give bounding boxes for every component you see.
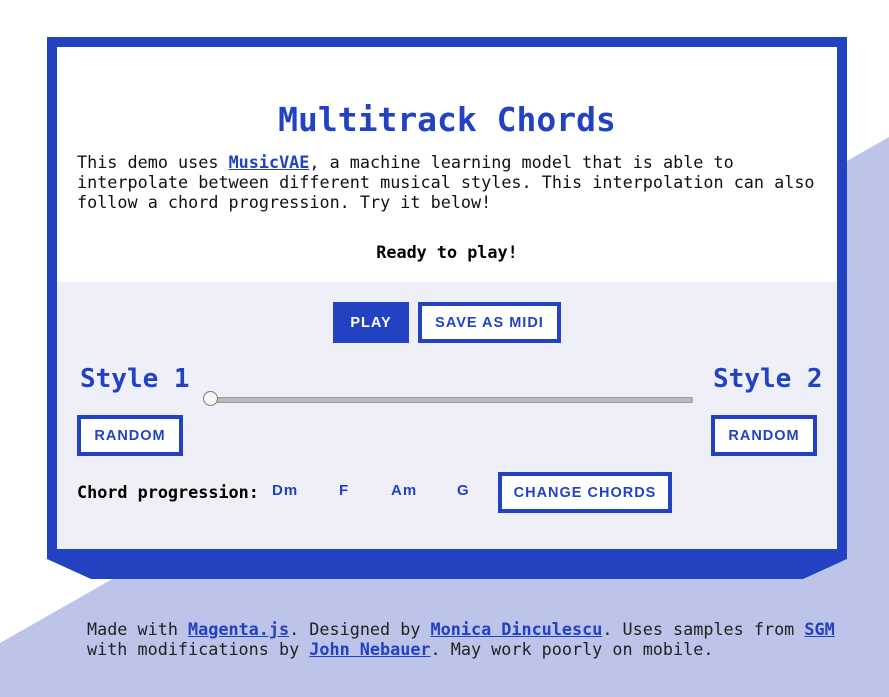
sgm-link[interactable]: SGM [804,619,834,639]
play-button[interactable]: PLAY [333,302,409,343]
footer-text-4: with modifications by [87,639,310,659]
chord-1[interactable]: Dm [272,482,298,499]
nebauer-link[interactable]: John Nebauer [309,639,430,659]
footer-text-3: . Uses samples from [602,619,805,639]
card-content: Multitrack Chords This demo uses MusicVA… [57,47,837,549]
status-text: Ready to play! [376,242,518,262]
random-style-2-button[interactable]: RANDOM [711,415,817,456]
page-title: Multitrack Chords [278,100,616,139]
style-1-label: Style 1 [80,364,190,394]
intro-text: This demo uses MusicVAE, a machine learn… [77,152,822,212]
chord-4[interactable]: G [457,482,470,499]
footer: Made with Magenta.js. Designed by Monica… [87,619,847,659]
intro-prefix: This demo uses [77,152,229,172]
footer-text-2: . Designed by [289,619,431,639]
magenta-link[interactable]: Magenta.js [188,619,289,639]
footer-text-1: Made with [87,619,189,639]
slider-thumb[interactable] [203,391,218,406]
change-chords-button[interactable]: CHANGE CHORDS [498,472,672,513]
controls-panel: PLAY SAVE AS MIDI Style 1 Style 2 RANDOM… [57,282,837,549]
footer-text-5: . May work poorly on mobile. [430,639,714,659]
chord-2[interactable]: F [339,482,349,499]
style-slider[interactable] [211,397,693,403]
chord-progression-label: Chord progression: [77,482,259,502]
save-midi-button[interactable]: SAVE AS MIDI [418,302,561,343]
designer-link[interactable]: Monica Dinculescu [431,619,603,639]
chord-3[interactable]: Am [391,482,417,499]
main-card: Multitrack Chords This demo uses MusicVA… [47,37,847,579]
musicvae-link[interactable]: MusicVAE [229,152,310,172]
style-2-label: Style 2 [713,364,823,394]
random-style-1-button[interactable]: RANDOM [77,415,183,456]
